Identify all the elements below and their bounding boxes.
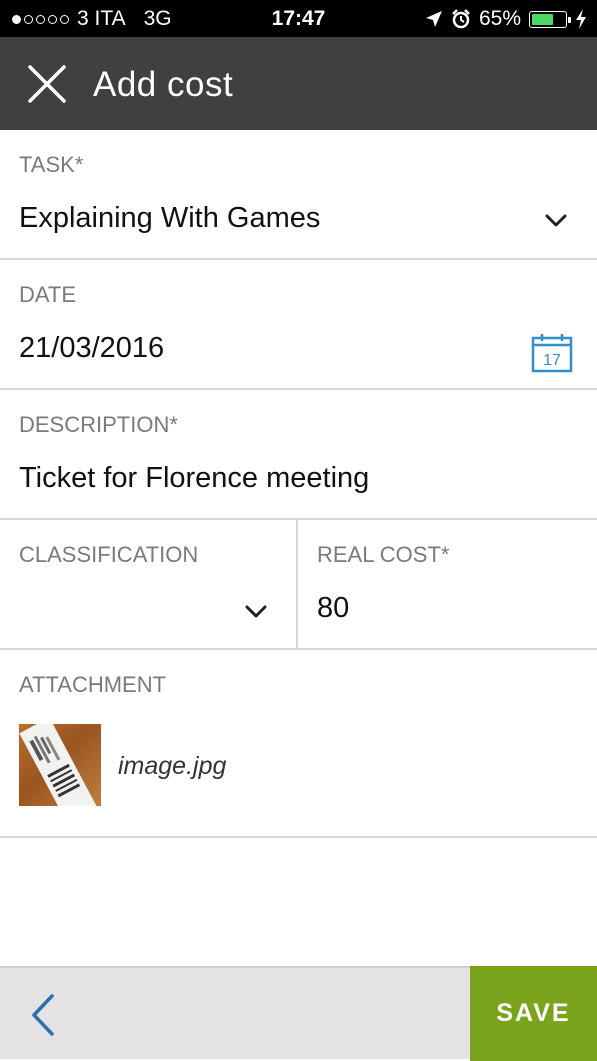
app-header: Add cost: [0, 37, 597, 130]
attachment-thumbnail[interactable]: [19, 724, 101, 806]
calendar-day-number: 17: [543, 352, 561, 369]
chevron-down-icon[interactable]: [245, 605, 267, 619]
description-field[interactable]: DESCRIPTION* Ticket for Florence meeting: [0, 390, 597, 520]
date-value[interactable]: 21/03/2016: [19, 332, 164, 365]
date-field[interactable]: DATE 21/03/2016 17: [0, 260, 597, 390]
classification-label: CLASSIFICATION: [19, 542, 199, 567]
back-button[interactable]: [22, 990, 66, 1040]
alarm-clock-icon: [452, 9, 470, 29]
ticket-image: [19, 724, 97, 806]
chevron-down-icon[interactable]: [545, 214, 567, 228]
bottom-bar: SAVE: [0, 966, 597, 1061]
real-cost-field[interactable]: REAL COST* 80: [298, 520, 597, 648]
status-right: 65%: [425, 7, 587, 31]
real-cost-value[interactable]: 80: [317, 592, 349, 625]
close-icon: [28, 65, 66, 103]
real-cost-label: REAL COST*: [317, 542, 450, 567]
description-value[interactable]: Ticket for Florence meeting: [19, 462, 369, 495]
close-button[interactable]: [22, 59, 72, 109]
classification-field[interactable]: CLASSIFICATION: [0, 520, 296, 648]
chevron-left-icon: [32, 994, 54, 1036]
calendar-icon[interactable]: 17: [531, 333, 573, 373]
classification-cost-row: CLASSIFICATION REAL COST* 80: [0, 520, 597, 650]
status-bar: 3 ITA 3G 17:47 65%: [0, 0, 597, 37]
task-value[interactable]: Explaining With Games: [19, 202, 320, 235]
location-arrow-icon: [425, 11, 442, 27]
battery-icon: [529, 10, 571, 28]
task-field[interactable]: TASK* Explaining With Games: [0, 130, 597, 260]
task-label: TASK*: [19, 152, 84, 177]
battery-percent: 65%: [478, 7, 521, 30]
charging-bolt-icon: [576, 9, 586, 29]
description-label: DESCRIPTION*: [19, 412, 178, 437]
save-button[interactable]: SAVE: [470, 966, 597, 1061]
attachment-field: ATTACHMENT image.jpg: [0, 650, 597, 838]
attachment-label: ATTACHMENT: [19, 672, 167, 697]
attachment-filename[interactable]: image.jpg: [118, 752, 226, 781]
page-title: Add cost: [93, 65, 234, 104]
date-label: DATE: [19, 282, 77, 307]
